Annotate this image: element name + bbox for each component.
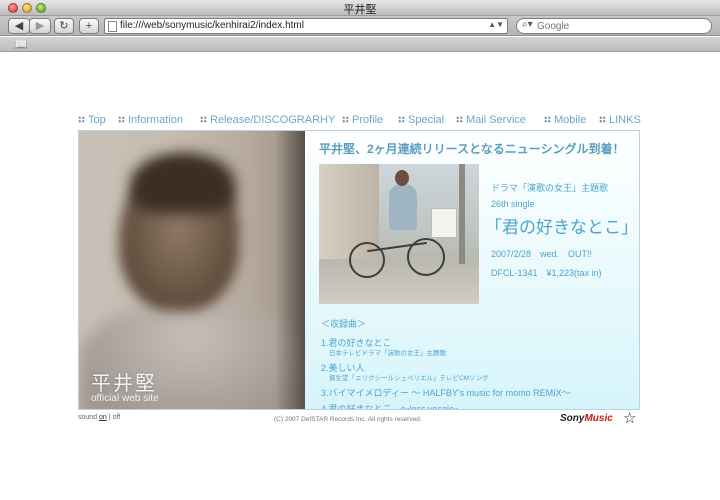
jacket-person-shape [389,184,417,230]
sound-separator: | [108,414,111,421]
artist-name-logo: 平井堅 [91,373,157,395]
release-date: 2007/2/28 wed. OUT!! [491,249,593,259]
release-content: 平井堅、2ヶ月連続リリースとなるニューシングル到着！ ドラマ「演歌の女王」主題歌… [305,131,639,410]
address-bar[interactable]: file:///web/sonymusic/kenhirai2/index.ht… [104,18,508,34]
track-title: 3.バイマイメロディー 〜 HALFBY's music for momo RE… [321,388,571,398]
photo-hair-shape [131,153,235,213]
track-note: 資生堂「エリクシールシュペリエル」テレビCMソング [329,375,489,382]
bullet-dots-icon [118,116,125,123]
bullet-dots-icon [544,116,551,123]
official-site-label: official web site [91,393,159,404]
single-number: 26th single [491,199,535,209]
single-jacket-image[interactable] [319,164,479,304]
bullet-dots-icon [200,116,207,123]
bullet-dots-icon [342,116,349,123]
jacket-road-shape [319,259,479,304]
nav-item-top[interactable]: Top [78,114,106,126]
bullet-dots-icon [599,116,606,123]
sony-music-logo[interactable]: SonyMusic [560,413,613,424]
reload-button[interactable]: ↻ [54,18,74,34]
search-input[interactable] [537,20,707,32]
address-text: file:///web/sonymusic/kenhirai2/index.ht… [120,20,304,31]
track-title: 2.美しい人 [321,363,365,373]
search-icon: ⌕▾ [522,19,533,30]
nav-item-information[interactable]: Information [118,114,183,126]
browser-window: 平井堅 ◀ ▶ ↻ + file:///web/sonymusic/kenhir… [0,0,720,500]
site-nav: Top Information Release/DISCOGRARHY Prof… [78,114,642,128]
page-icon [108,21,117,32]
window-title: 平井堅 [343,4,377,16]
list-item: 3.バイマイメロディー 〜 HALFBY's music for momo RE… [321,386,637,399]
nav-item-release[interactable]: Release/DISCOGRARHY [200,114,335,126]
sound-toggle: sound on | off [78,414,120,421]
sound-on-link[interactable]: on [99,414,107,421]
track-note: 日本テレビドラマ「演歌の女王」主題歌 [329,350,446,357]
track-title: 4.君の好きなとこ 〜less vocal〜 [321,404,459,410]
nav-item-special[interactable]: Special [398,114,444,126]
track-list-heading: ＜収録曲＞ [321,319,367,329]
reload-icon: ↻ [59,20,69,32]
track-list: ＜収録曲＞ 1.君の好きなとこ 日本テレビドラマ「演歌の女王」主題歌 2.美しい… [321,317,637,410]
page-footer: sound on | off (C) 2007 DefSTAR Records … [78,409,642,427]
list-item: 2.美しい人 資生堂「エリクシールシュペリエル」テレビCMソング [321,361,637,383]
bullet-dots-icon [78,116,85,123]
jacket-person-head-shape [395,170,409,186]
list-item: 1.君の好きなとこ 日本テレビドラマ「演歌の女王」主題歌 [321,336,637,358]
track-title: 1.君の好きなとこ [321,338,392,348]
catalog-price: DFCL-1341 ¥1,223(tax in) [491,268,602,278]
release-info: ドラマ「演歌の女王」主題歌 26th single 「君の好きなとこ」 2007… [485,181,639,279]
copyright: (C) 2007 DefSTAR Records Inc. All rights… [274,416,422,423]
sound-off-link[interactable]: off [113,414,121,421]
single-title: 「君の好きなとこ」 [485,218,638,237]
list-item: 4.君の好きなとこ 〜less vocal〜 [321,402,637,410]
sound-label: sound [78,414,98,421]
photo-shade [275,131,305,409]
release-headline: 平井堅、2ヶ月連続リリースとなるニューシングル到着！ [319,142,625,156]
forward-arrow-icon: ▶ [35,20,45,32]
book-icon[interactable]: 📖 [14,38,28,51]
star-icon[interactable]: ☆ [623,409,636,427]
title-bar: 平井堅 [0,0,720,16]
plus-icon: + [85,20,93,32]
search-field[interactable]: ⌕▾ [516,18,712,34]
bullet-dots-icon [398,116,405,123]
nav-item-profile[interactable]: Profile [342,114,383,126]
forward-button[interactable]: ▶ [29,18,51,34]
bookmarks-bar: 📖 [0,37,720,52]
jacket-sign-shape [431,208,457,238]
bullet-dots-icon [456,116,463,123]
nav-item-mobile[interactable]: Mobile [544,114,586,126]
nav-item-mail-service[interactable]: Mail Service [456,114,526,126]
main-panel: 平井堅 official web site 平井堅、2ヶ月連続リリースとなるニュ… [78,130,640,410]
chevron-down-icon[interactable]: ▲▼ [488,20,504,29]
browser-toolbar: ◀ ▶ ↻ + file:///web/sonymusic/kenhirai2/… [0,16,720,36]
artist-photo: 平井堅 official web site [79,131,305,409]
back-arrow-icon: ◀ [14,20,24,32]
drama-tieup: ドラマ「演歌の女王」主題歌 [491,183,609,193]
add-bookmark-button[interactable]: + [79,18,99,34]
back-button[interactable]: ◀ [8,18,30,34]
nav-item-links[interactable]: LINKS [599,114,641,126]
jacket-pole-shape [459,164,465,264]
